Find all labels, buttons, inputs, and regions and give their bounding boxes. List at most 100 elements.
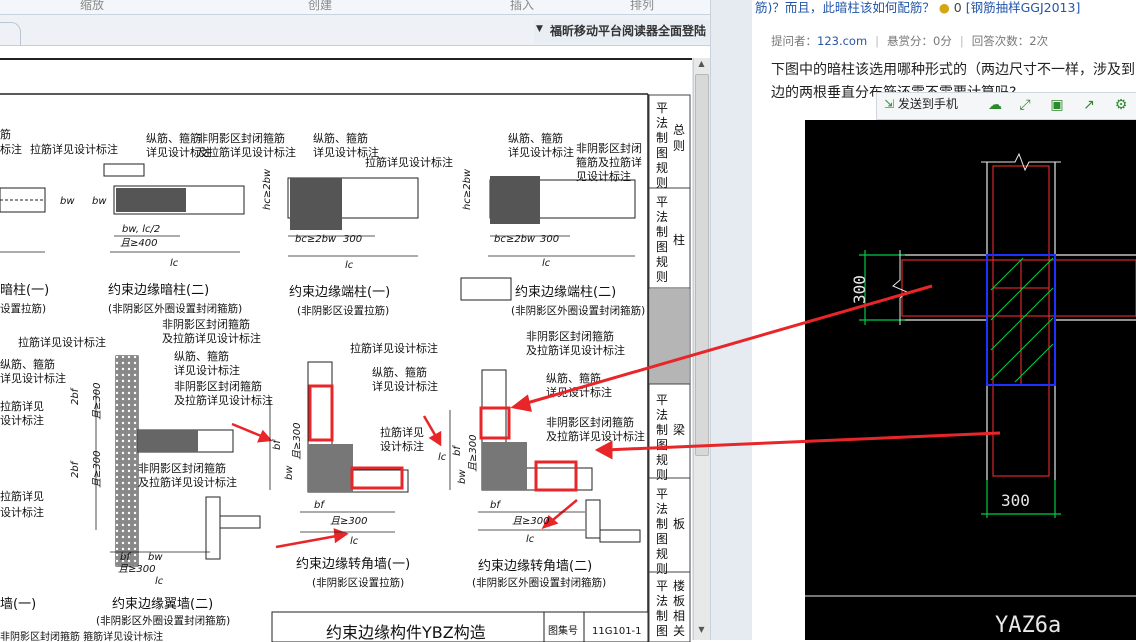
expand-icon[interactable]: ⤢ <box>1016 96 1034 114</box>
window-divider <box>710 0 753 640</box>
top-dim-1: bw <box>92 196 107 207</box>
question-meta: 提问者：123.com | 悬赏分：0分 | 回答次数：2次 <box>771 34 1049 48</box>
reward-coin-icon: ● <box>938 0 950 15</box>
top-label-8: 拉筋详见设计标注 <box>365 155 453 169</box>
title-block-atlas-label: 图集号 <box>548 624 578 637</box>
bottom-left-note: 非阴影区封闭箍筋 箍筋详见设计标注 <box>0 630 163 642</box>
top-dim-9: 300 <box>540 234 559 245</box>
bottom-subtitle-1: (非阴影区设置拉筋) <box>312 576 404 589</box>
top-title-0: 暗柱(一) <box>0 283 49 298</box>
bottom-dim-16: bw <box>457 469 468 484</box>
top-subtitle-0: 设置拉筋) <box>0 302 46 315</box>
top-subtitle-3: (非阴影区外圈设置封闭箍筋) <box>511 304 645 317</box>
top-dim-5: 且≥400 <box>120 238 157 249</box>
save-icon[interactable]: ▣ <box>1048 96 1066 114</box>
bottom-label-9: 非阴影区封闭箍筋 <box>174 379 262 393</box>
bottom-title-0: 墙(一) <box>0 597 36 612</box>
bottom-label-19: 及拉筋详见设计标注 <box>526 343 625 357</box>
bottom-label-25: 设计标注 <box>0 505 44 519</box>
top-dim-8: bc≥2bw <box>494 234 536 245</box>
send-to-phone-button[interactable]: ⇲ 发送到手机 <box>884 95 958 115</box>
bottom-dim-1: 且≥300 <box>92 383 103 420</box>
ribbon-label-create[interactable]: 创建 <box>308 0 332 13</box>
bottom-label-15: 详见设计标注 <box>372 379 438 393</box>
section-3-shaded <box>290 178 342 230</box>
answers-count: 回答次数：2次 <box>971 34 1049 48</box>
bottom-label-16: 拉筋详见 <box>380 425 424 439</box>
title-block-atlas-value: 11G101-1 <box>592 626 642 637</box>
side-tab-label-1: 平法制图规则 <box>656 101 668 190</box>
bottom-label-4: 设计标注 <box>0 413 44 427</box>
side-tab-active[interactable] <box>650 289 689 384</box>
bottom-dim-7: lc <box>155 576 164 587</box>
top-label-10: 详见设计标注 <box>508 145 574 159</box>
section-2-shaded <box>116 188 186 212</box>
side-tab-label-5: 平法制图 <box>656 579 668 638</box>
bottom-title-2: 约束边缘转角墙(一) <box>296 557 410 572</box>
document-tab[interactable] <box>0 22 21 47</box>
bottom-label-11: 非阴影区封闭箍筋 <box>138 461 226 475</box>
side-tab-right-4: 板 <box>673 517 685 531</box>
bottom-dim-10: bw <box>284 465 295 480</box>
bottom-subtitle-0: (非阴影区外圈设置封闭箍筋) <box>96 614 230 627</box>
top-dim-7: 300 <box>343 234 362 245</box>
ribbon-label-insert[interactable]: 插入 <box>510 0 534 13</box>
bottom-dim-17: bf <box>490 500 501 511</box>
top-label-2: 纵筋、箍筋 <box>146 131 201 145</box>
bottom-subtitle-2: (非阴影区外圈设置封闭箍筋) <box>472 576 606 589</box>
bottom-label-20: 纵筋、箍筋 <box>546 371 601 385</box>
send-phone-icon: ⇲ <box>884 97 895 111</box>
bottom-dim-18: 且≥300 <box>512 516 549 527</box>
reward-label: 悬赏分：0分 <box>887 34 952 48</box>
scroll-down-icon[interactable]: ▼ <box>695 625 708 638</box>
side-tab-label-2: 平法制图规则 <box>656 195 668 284</box>
section-4-shaded <box>490 176 540 224</box>
top-label-0: 筋 <box>0 127 11 141</box>
bottom-dim-0: 2bf <box>70 387 81 405</box>
top-subtitle-1: (非阴影区外圈设置封闭箍筋) <box>108 302 242 315</box>
top-label-4: 非阴影区封闭箍筋 <box>197 131 285 145</box>
question-title[interactable]: 筋)？而且，此暗柱该如何配筋？ ● 0 [钢筋抽样GGJ2013] <box>755 0 1080 16</box>
question-tag[interactable]: [钢筋抽样GGJ2013] <box>966 0 1081 15</box>
ad-banner-text[interactable]: 福昕移动平台阅读器全面登陆 <box>550 22 706 39</box>
bottom-dim-9: 且≥300 <box>292 423 303 460</box>
bottom-dim-19: lc <box>526 534 535 545</box>
asker-label: 提问者： <box>771 34 817 48</box>
page-gap <box>0 46 712 58</box>
top-dim-10: lc <box>170 258 179 269</box>
bottom-label-12: 及拉筋详见设计标注 <box>138 475 237 489</box>
top-label-12: 箍筋及拉筋详 <box>576 155 642 169</box>
send-to-phone-label: 发送到手机 <box>897 97 958 111</box>
top-dim-4: bw, lc/2 <box>122 224 160 235</box>
pdf-page: 平法制图规则 总则 平法制图规则 柱 平法制图规则 梁 平法制图规则 板 平法制… <box>0 58 692 642</box>
cad-dim-left: 300 <box>850 275 869 304</box>
scrollbar-thumb[interactable] <box>695 74 709 456</box>
bottom-dim-15: 且≥300 <box>468 435 479 472</box>
cad-drawing: 300 300 YAZ6a <box>805 152 1136 638</box>
question-title-text[interactable]: 筋)？而且，此暗柱该如何配筋？ <box>755 0 935 15</box>
side-tab-label-4: 平法制图规则 <box>656 487 668 576</box>
bottom-label-22: 非阴影区封闭箍筋 <box>546 415 634 429</box>
cad-image: 300 300 YAZ6a <box>805 120 1136 640</box>
ribbon-group-labels: 缩放 创建 插入 排列 <box>0 0 712 15</box>
top-dim-11: lc <box>345 260 354 271</box>
bottom-title-3: 约束边缘转角墙(二) <box>478 559 592 574</box>
top-label-1: 拉筋详见设计标注 <box>30 142 118 156</box>
asker-link[interactable]: 123.com <box>817 34 867 48</box>
share-icon[interactable]: ↗ <box>1080 96 1098 114</box>
bottom-label-8: 详见设计标注 <box>174 363 240 377</box>
dropdown-arrow-icon[interactable]: ▼ <box>536 24 543 34</box>
bottom-label-7: 纵筋、箍筋 <box>174 349 229 363</box>
ribbon-label-arrange[interactable]: 排列 <box>630 0 654 13</box>
scroll-up-icon[interactable]: ▲ <box>695 59 708 72</box>
ribbon-label-zoom[interactable]: 缩放 <box>80 0 104 13</box>
top-dim-12: lc <box>542 258 551 269</box>
side-tab-right-2: 柱 <box>673 232 685 247</box>
bottom-dim-2: 2bf <box>70 460 81 478</box>
title-block-title: 约束边缘构件YBZ构造 <box>326 623 486 642</box>
bottom-label-14: 纵筋、箍筋 <box>372 365 427 379</box>
settings-icon[interactable]: ⚙ <box>1112 96 1130 114</box>
cloud-icon[interactable]: ☁ <box>986 96 1004 114</box>
corner1-shade <box>308 444 353 492</box>
top-label-1b: 标注 <box>0 142 22 156</box>
